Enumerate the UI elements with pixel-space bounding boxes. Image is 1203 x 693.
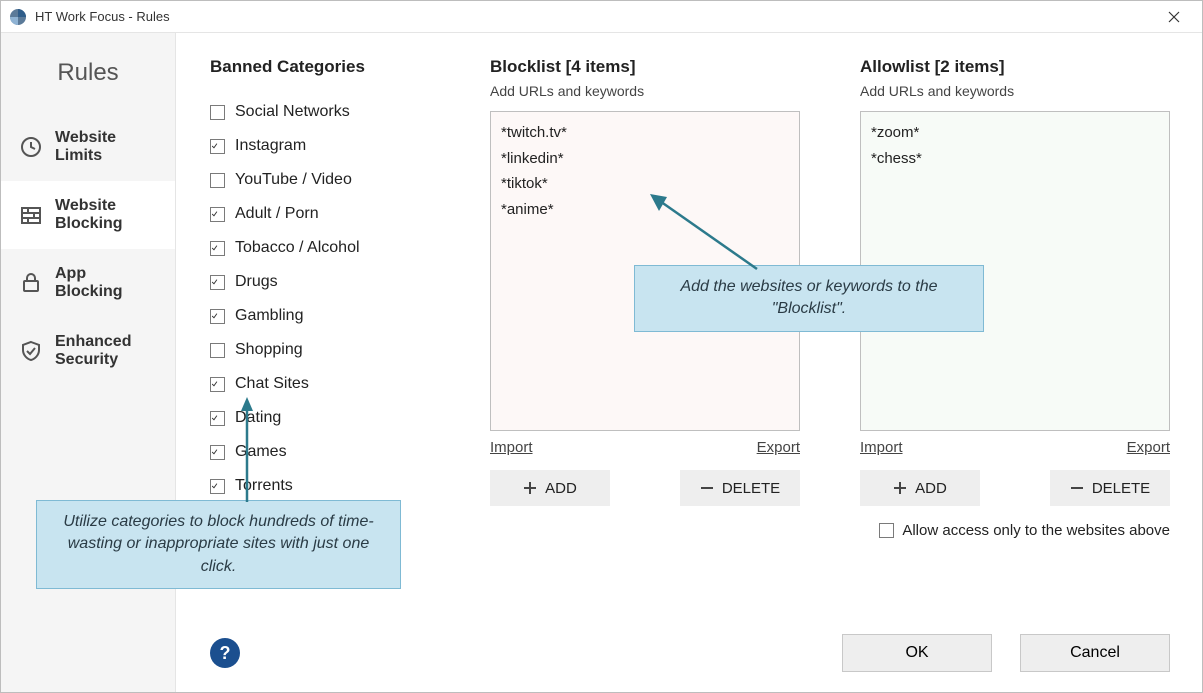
allowlist-add-button[interactable]: ADD (860, 470, 980, 506)
category-item[interactable]: Instagram (210, 129, 430, 163)
sidebar-item-label: Website Blocking (55, 197, 157, 233)
blocklist-title: Blocklist [4 items] (490, 57, 800, 77)
category-label: Adult / Porn (235, 205, 319, 223)
category-item[interactable]: Gambling (210, 299, 430, 333)
category-checkbox[interactable] (210, 343, 225, 358)
lock-icon (19, 271, 43, 295)
category-label: Instagram (235, 137, 306, 155)
category-checkbox[interactable] (210, 377, 225, 392)
list-item[interactable]: *linkedin* (501, 146, 789, 172)
category-checkbox[interactable] (210, 275, 225, 290)
category-checkbox[interactable] (210, 241, 225, 256)
sidebar-item-app-blocking[interactable]: App Blocking (1, 249, 175, 317)
category-label: Chat Sites (235, 375, 309, 393)
blocklist-add-label: ADD (545, 480, 577, 497)
sidebar-item-label: App Blocking (55, 265, 157, 301)
allowlist-delete-label: DELETE (1092, 480, 1150, 497)
close-button[interactable] (1154, 3, 1194, 31)
allowlist-export-link[interactable]: Export (1127, 439, 1170, 456)
category-checkbox[interactable] (210, 173, 225, 188)
sidebar: Rules Website Limits Website Blocking App … (1, 33, 176, 692)
blocklist-delete-button[interactable]: DELETE (680, 470, 800, 506)
category-item[interactable]: YouTube / Video (210, 163, 430, 197)
category-label: Social Networks (235, 103, 350, 121)
category-item[interactable]: Adult / Porn (210, 197, 430, 231)
allowlist-import-link[interactable]: Import (860, 439, 903, 456)
list-item[interactable]: *twitch.tv* (501, 120, 789, 146)
shield-icon (19, 339, 43, 363)
arrow-categories-icon (237, 397, 257, 510)
category-checkbox[interactable] (210, 411, 225, 426)
arrow-blocklist-icon (647, 189, 767, 282)
blocklist-add-button[interactable]: ADD (490, 470, 610, 506)
callout-categories: Utilize categories to block hundreds of … (36, 500, 401, 589)
allow-only-label: Allow access only to the websites above (902, 522, 1170, 539)
category-label: Drugs (235, 273, 278, 291)
blocklist-subtitle: Add URLs and keywords (490, 83, 800, 99)
category-item[interactable]: Shopping (210, 333, 430, 367)
category-item[interactable]: Tobacco / Alcohol (210, 231, 430, 265)
titlebar: HT Work Focus - Rules (1, 1, 1202, 33)
allowlist-add-label: ADD (915, 480, 947, 497)
allowlist-subtitle: Add URLs and keywords (860, 83, 1170, 99)
sidebar-item-enhanced-security[interactable]: Enhanced Security (1, 317, 175, 385)
blocklist-delete-label: DELETE (722, 480, 780, 497)
window-title: HT Work Focus - Rules (35, 9, 170, 24)
sidebar-item-website-blocking[interactable]: Website Blocking (1, 181, 175, 249)
cancel-button[interactable]: Cancel (1020, 634, 1170, 672)
blocklist-export-link[interactable]: Export (757, 439, 800, 456)
list-item[interactable]: *chess* (871, 146, 1159, 172)
allow-only-checkbox[interactable] (879, 523, 894, 538)
sidebar-title: Rules (1, 43, 175, 113)
category-item[interactable]: Social Networks (210, 95, 430, 129)
category-checkbox[interactable] (210, 309, 225, 324)
category-checkbox[interactable] (210, 207, 225, 222)
category-label: Shopping (235, 341, 303, 359)
allowlist-delete-button[interactable]: DELETE (1050, 470, 1170, 506)
ok-button[interactable]: OK (842, 634, 992, 672)
help-button[interactable]: ? (210, 638, 240, 668)
category-label: YouTube / Video (235, 171, 352, 189)
category-checkbox[interactable] (210, 139, 225, 154)
list-item[interactable]: *zoom* (871, 120, 1159, 146)
sidebar-item-label: Enhanced Security (55, 333, 157, 369)
app-window: HT Work Focus - Rules Rules Website Limi… (0, 0, 1203, 693)
category-checkbox[interactable] (210, 479, 225, 494)
category-item[interactable]: Chat Sites (210, 367, 430, 401)
app-icon (9, 8, 27, 26)
category-label: Tobacco / Alcohol (235, 239, 360, 257)
allowlist-title: Allowlist [2 items] (860, 57, 1170, 77)
firewall-icon (19, 203, 43, 227)
help-glyph: ? (220, 643, 231, 664)
category-label: Gambling (235, 307, 303, 325)
categories-title: Banned Categories (210, 57, 430, 77)
clock-icon (19, 135, 43, 159)
blocklist-import-link[interactable]: Import (490, 439, 533, 456)
main-panel: Banned Categories Social Networks Instagr… (176, 33, 1202, 692)
sidebar-item-label: Website Limits (55, 129, 157, 165)
category-checkbox[interactable] (210, 445, 225, 460)
sidebar-item-website-limits[interactable]: Website Limits (1, 113, 175, 181)
category-item[interactable]: Drugs (210, 265, 430, 299)
category-checkbox[interactable] (210, 105, 225, 120)
